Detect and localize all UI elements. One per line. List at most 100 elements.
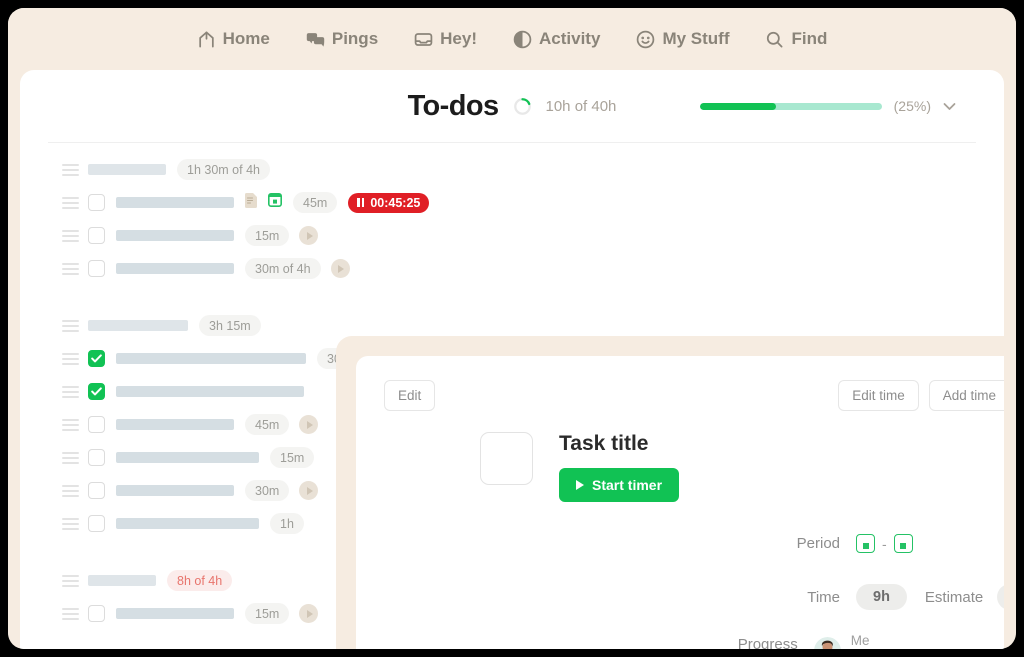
- time-badge: 45m: [293, 192, 338, 213]
- time-badge: 15m: [245, 225, 290, 246]
- drag-handle[interactable]: [62, 451, 88, 464]
- progress-people-row: Me1h of 6h: [813, 632, 1004, 649]
- document-icon[interactable]: [244, 192, 258, 213]
- task-group-header-row: 1h 30m of 4h: [20, 153, 1004, 186]
- task-title-placeholder: [116, 419, 234, 430]
- task-title-placeholder: [116, 353, 306, 364]
- nav-label-hey: Hey!: [440, 29, 478, 48]
- estimate-value[interactable]: 32h: [997, 584, 1004, 610]
- drag-handle[interactable]: [62, 418, 88, 431]
- nav-label-home: Home: [222, 29, 270, 48]
- task-row[interactable]: 15m: [20, 219, 1004, 252]
- task-complete-checkbox[interactable]: [480, 432, 533, 485]
- task-checkbox[interactable]: [88, 605, 105, 622]
- task-checkbox[interactable]: [88, 515, 105, 532]
- start-timer-label: Start timer: [592, 477, 663, 493]
- nav-item-activity[interactable]: Activity: [513, 29, 600, 49]
- task-row[interactable]: 30m of 4h: [20, 252, 1004, 285]
- progress-row: Progress Me1h of 6hAlan Porter2h of 8hDe…: [356, 632, 1004, 649]
- search-icon: [765, 30, 784, 49]
- drag-handle[interactable]: [62, 352, 88, 365]
- task-title-placeholder: [116, 608, 234, 619]
- task-checkbox[interactable]: [88, 194, 105, 211]
- group-title-placeholder: [88, 575, 156, 586]
- time-badge: 30m of 4h: [245, 258, 321, 279]
- drag-handle[interactable]: [62, 163, 88, 176]
- start-timer-play-button[interactable]: [299, 604, 319, 623]
- home-icon: [197, 30, 216, 49]
- drag-handle[interactable]: [62, 262, 88, 275]
- drag-handle[interactable]: [62, 319, 88, 332]
- smiley-icon: [636, 30, 655, 49]
- running-timer-pill[interactable]: 00:45:25: [348, 192, 430, 213]
- period-start-date-icon[interactable]: [856, 534, 875, 553]
- task-checkbox[interactable]: [88, 227, 105, 244]
- progress-person[interactable]: Me1h of 6h: [813, 632, 903, 649]
- play-icon: [576, 480, 584, 490]
- task-title-placeholder: [116, 197, 234, 208]
- edit-button[interactable]: Edit: [384, 380, 436, 411]
- time-summary: 10h of 40h: [545, 97, 617, 115]
- nav-item-hey[interactable]: Hey!: [414, 29, 477, 49]
- period-end-date-icon[interactable]: [893, 534, 913, 553]
- task-checkbox[interactable]: [88, 260, 105, 277]
- drag-handle[interactable]: [62, 385, 88, 398]
- drag-handle[interactable]: [62, 229, 88, 242]
- progress-percent-label: (25%): [893, 98, 931, 114]
- time-badge: 1h: [270, 513, 304, 534]
- start-timer-play-button[interactable]: [299, 415, 319, 434]
- time-value[interactable]: 9h: [856, 584, 907, 610]
- person-name: Me: [850, 633, 870, 648]
- task-checkbox[interactable]: [88, 482, 105, 499]
- task-title-placeholder: [116, 518, 259, 529]
- page-title-group: To-dos 10h of 40h: [408, 90, 617, 123]
- period-label: Period: [796, 535, 840, 552]
- task-detail-panel: Edit Edit time Add time Task title Start…: [336, 336, 1004, 649]
- nav-item-my-stuff[interactable]: My Stuff: [636, 29, 729, 49]
- drag-handle[interactable]: [62, 607, 88, 620]
- top-navigation: Home Pings Hey! Activity My Stuff Find: [8, 8, 1016, 70]
- task-head: Task title Start timer: [480, 432, 680, 502]
- chevron-down-icon[interactable]: [943, 102, 956, 111]
- nav-item-home[interactable]: Home: [197, 29, 270, 49]
- progress-people: Me1h of 6hAlan Porter2h of 8hDenise Alle…: [813, 632, 1004, 649]
- time-badge: 8h of 4h: [167, 570, 233, 591]
- nav-label-find: Find: [791, 29, 828, 48]
- start-timer-button[interactable]: Start timer: [559, 468, 680, 502]
- activity-icon: [513, 30, 532, 49]
- progress-bar-fill: [699, 102, 777, 110]
- start-timer-play-button[interactable]: [330, 259, 350, 278]
- person-text: Me1h of 6h: [851, 632, 903, 649]
- period-row: Period -: [356, 534, 913, 553]
- period-dash: -: [882, 535, 887, 552]
- task-checkbox[interactable]: [88, 416, 105, 433]
- nav-item-pings[interactable]: Pings: [306, 29, 378, 49]
- start-timer-play-button[interactable]: [299, 226, 319, 245]
- time-label: Time: [807, 588, 840, 606]
- edit-time-button[interactable]: Edit time: [838, 380, 919, 411]
- time-badge: 3h 15m: [199, 315, 261, 336]
- start-timer-play-button[interactable]: [299, 481, 319, 500]
- task-title-placeholder: [116, 263, 234, 274]
- progress-label: Progress: [737, 636, 798, 649]
- page-title: To-dos: [407, 89, 500, 122]
- calendar-icon[interactable]: [268, 193, 282, 212]
- group-title-placeholder: [88, 320, 188, 331]
- task-checkbox[interactable]: [88, 449, 105, 466]
- avatar: [813, 636, 841, 649]
- nav-label-pings: Pings: [331, 29, 379, 48]
- estimate-label: Estimate: [924, 588, 984, 606]
- drag-handle[interactable]: [62, 196, 88, 209]
- task-checkbox[interactable]: [88, 350, 105, 367]
- drag-handle[interactable]: [62, 517, 88, 530]
- time-badge: 1h 30m of 4h: [177, 159, 270, 180]
- time-badge: 15m: [245, 603, 290, 624]
- drag-handle[interactable]: [62, 484, 88, 497]
- drag-handle[interactable]: [62, 574, 88, 587]
- nav-item-find[interactable]: Find: [765, 29, 827, 49]
- add-time-button[interactable]: Add time: [928, 380, 1004, 411]
- page-body: To-dos 10h of 40h (25%) 1h 30m of 4h 45m…: [20, 70, 1004, 649]
- task-checkbox[interactable]: [88, 383, 105, 400]
- task-row[interactable]: 45m 00:45:25: [20, 186, 1004, 219]
